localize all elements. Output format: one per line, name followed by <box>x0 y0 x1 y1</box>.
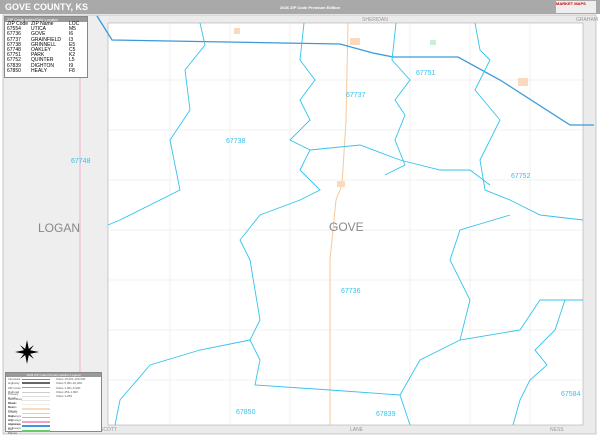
map-title: GOVE COUNTY, KS <box>5 2 89 12</box>
zip-label-67738: 67738 <box>226 138 246 145</box>
zip-index-table: ZIP Code Index/Grid Locator ZIP Code ZIP… <box>4 16 88 78</box>
county-label-gove: GOVE <box>329 220 364 234</box>
county-label-lane: LANE <box>350 427 364 433</box>
zip-label-67748: 67748 <box>71 158 91 165</box>
county-label-graham: GRAHAM <box>576 17 598 23</box>
zip-label-67584: 67584 <box>561 391 581 398</box>
county-label-scott: SCOTT <box>100 427 117 433</box>
publisher-logo: MARKET MAPS <box>556 1 596 13</box>
zip-label-67839: 67839 <box>376 411 396 418</box>
county-label-logan: LOGAN <box>38 221 80 235</box>
quinter-city <box>518 78 528 86</box>
zip-label-67737: 67737 <box>346 92 366 99</box>
legend-lines: Interstate Highway ZIP Code Railroad Pri… <box>6 377 54 435</box>
legend-item: Ref Places <box>6 426 54 435</box>
header-bar: GOVE COUNTY, KS 2026 ZIP Code Premium Ed… <box>0 0 600 14</box>
county-label-ness: NESS <box>550 427 564 433</box>
cell: F8 <box>69 67 75 74</box>
edition-label: 2026 ZIP Code Premium Edition <box>280 5 341 10</box>
legend-label: Ref Places <box>8 426 18 435</box>
zip-label-67752: 67752 <box>511 173 531 180</box>
park-city <box>430 40 436 45</box>
county-label-sheridan: SHERIDAN <box>362 17 388 23</box>
zip-label-67736: 67736 <box>341 288 361 295</box>
cell: 67850 <box>7 67 21 74</box>
cell: HEALY <box>31 67 48 74</box>
legend-city-size: Cities 1-250 <box>56 394 73 399</box>
gove-city <box>337 181 345 187</box>
grinnell-city <box>234 28 240 34</box>
table-row: 67850 HEALY F8 <box>5 67 87 74</box>
grainfield-city <box>350 38 360 45</box>
zip-label-67751: 67751 <box>416 70 436 77</box>
zip-label-67850: 67850 <box>236 409 256 416</box>
map-legend: 2026 ZIP Code Premium Edition Legend Int… <box>5 372 102 435</box>
legend-cities: Cities 10,001-100,000 Cities 5,001-10,00… <box>54 377 99 433</box>
